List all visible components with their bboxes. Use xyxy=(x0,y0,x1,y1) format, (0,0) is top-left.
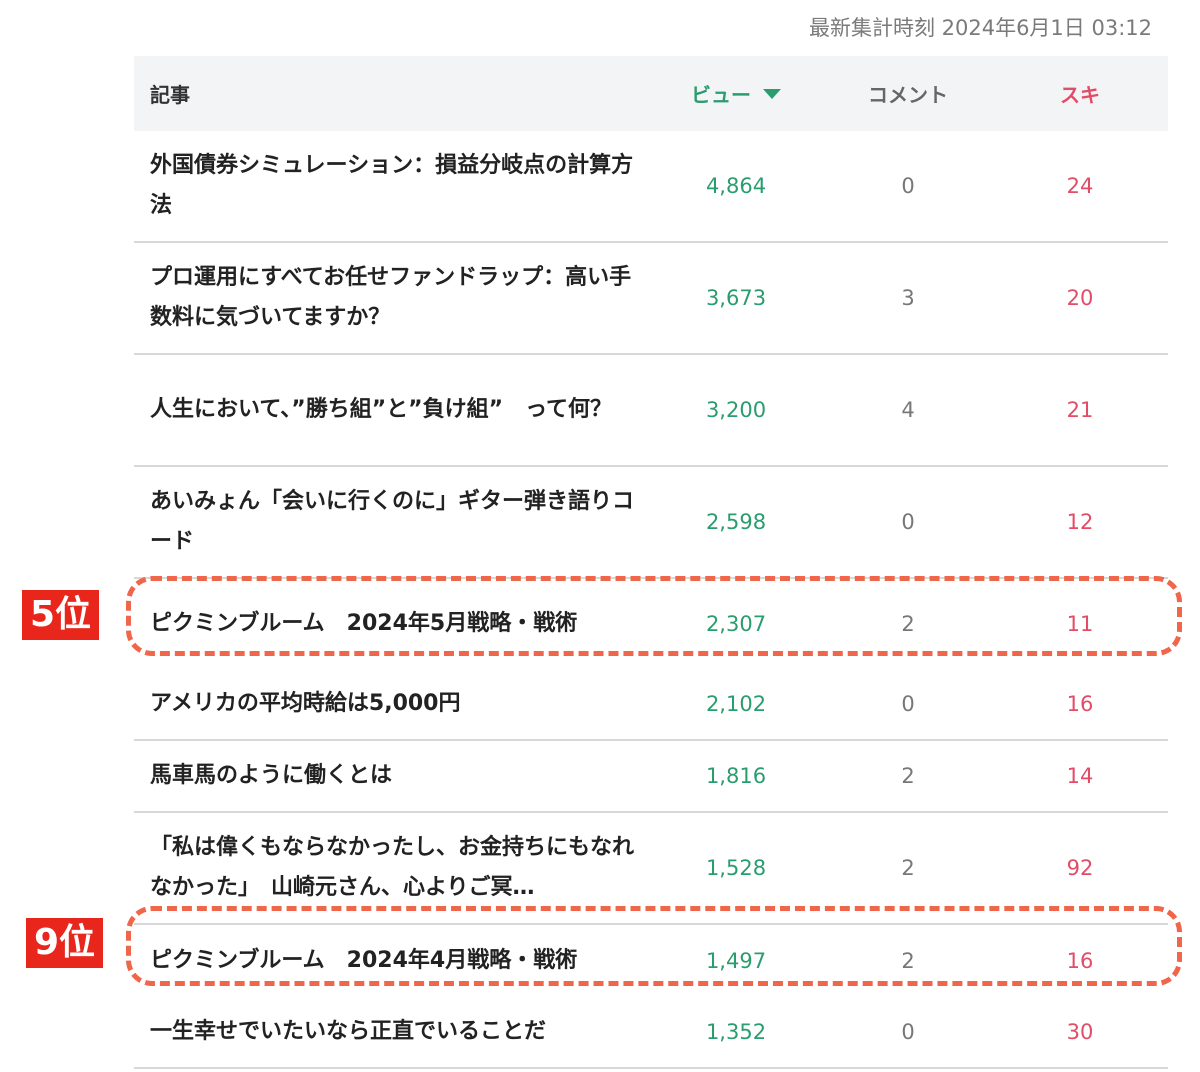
likes-count: 92 xyxy=(1066,856,1094,880)
likes-count: 16 xyxy=(1066,692,1094,716)
likes-count: 30 xyxy=(1066,1020,1094,1044)
comments-count: 0 xyxy=(901,510,915,534)
views-count: 4,864 xyxy=(705,174,767,198)
views-count: 2,598 xyxy=(705,510,767,534)
comments-count: 4 xyxy=(901,398,915,422)
header-article: 記事 xyxy=(150,83,190,107)
highlight-rank9-outline xyxy=(126,906,1182,986)
table-row[interactable]: プロ運用にすべてお任せファンドラップ：高い手数料に気づいてますか？ 3,673 … xyxy=(134,243,1168,355)
table-row[interactable]: 外国債券シミュレーション：損益分岐点の計算方法 4,864 0 24 xyxy=(134,131,1168,243)
comments-count: 2 xyxy=(901,856,915,880)
comments-count: 3 xyxy=(901,286,915,310)
table-row[interactable]: あいみょん「会いに行くのに」ギター弾き語りコード 2,598 0 12 xyxy=(134,467,1168,579)
header-comments[interactable]: コメント xyxy=(822,79,994,108)
views-count: 1,816 xyxy=(705,764,767,788)
likes-count: 14 xyxy=(1066,764,1094,788)
table-header: 記事 ビュー コメント スキ xyxy=(134,56,1168,131)
highlight-rank5-outline xyxy=(126,576,1182,656)
article-title-link[interactable]: あいみょん「会いに行くのに」ギター弾き語りコード xyxy=(134,482,650,562)
likes-count: 24 xyxy=(1066,174,1094,198)
rank-badge-9: 9位 xyxy=(26,918,104,968)
comments-count: 2 xyxy=(901,764,915,788)
views-count: 3,200 xyxy=(705,398,767,422)
views-count: 3,673 xyxy=(705,286,767,310)
article-title-link[interactable]: 外国債券シミュレーション：損益分岐点の計算方法 xyxy=(134,146,650,226)
sort-down-icon[interactable] xyxy=(763,88,781,99)
table-row[interactable]: アメリカの平均時給は5,000円 2,102 0 16 xyxy=(134,669,1168,741)
rank-badge-5: 5位 xyxy=(22,590,100,640)
likes-count: 20 xyxy=(1066,286,1094,310)
header-views-sort[interactable]: ビュー xyxy=(650,79,822,108)
comments-count: 0 xyxy=(901,174,915,198)
article-title-link[interactable]: プロ運用にすべてお任せファンドラップ：高い手数料に気づいてますか？ xyxy=(134,258,650,338)
header-views-label: ビュー xyxy=(691,83,751,107)
last-updated-timestamp: 最新集計時刻 2024年6月1日 03:12 xyxy=(808,16,1152,40)
comments-count: 0 xyxy=(901,1020,915,1044)
views-count: 1,528 xyxy=(705,856,767,880)
article-title-link[interactable]: 「私は偉くもならなかったし、お金持ちにもなれなかった」 山崎元さん、心よりご冥… xyxy=(134,828,650,908)
header-likes[interactable]: スキ xyxy=(994,79,1166,108)
article-title-link[interactable]: 一生幸せでいたいなら正直でいることだ xyxy=(134,1012,650,1052)
likes-count: 21 xyxy=(1066,398,1094,422)
table-row[interactable]: 一生幸せでいたいなら正直でいることだ 1,352 0 30 xyxy=(134,997,1168,1069)
views-count: 1,352 xyxy=(705,1020,767,1044)
likes-count: 12 xyxy=(1066,510,1094,534)
views-count: 2,102 xyxy=(705,692,767,716)
table-row[interactable]: 馬車馬のように働くとは 1,816 2 14 xyxy=(134,741,1168,813)
article-title-link[interactable]: 人生において、”勝ち組”と”負け組” って何？ xyxy=(134,390,650,430)
comments-count: 0 xyxy=(901,692,915,716)
table-row[interactable]: 人生において、”勝ち組”と”負け組” って何？ 3,200 4 21 xyxy=(134,355,1168,467)
article-title-link[interactable]: 馬車馬のように働くとは xyxy=(134,756,650,796)
article-title-link[interactable]: アメリカの平均時給は5,000円 xyxy=(134,684,650,724)
